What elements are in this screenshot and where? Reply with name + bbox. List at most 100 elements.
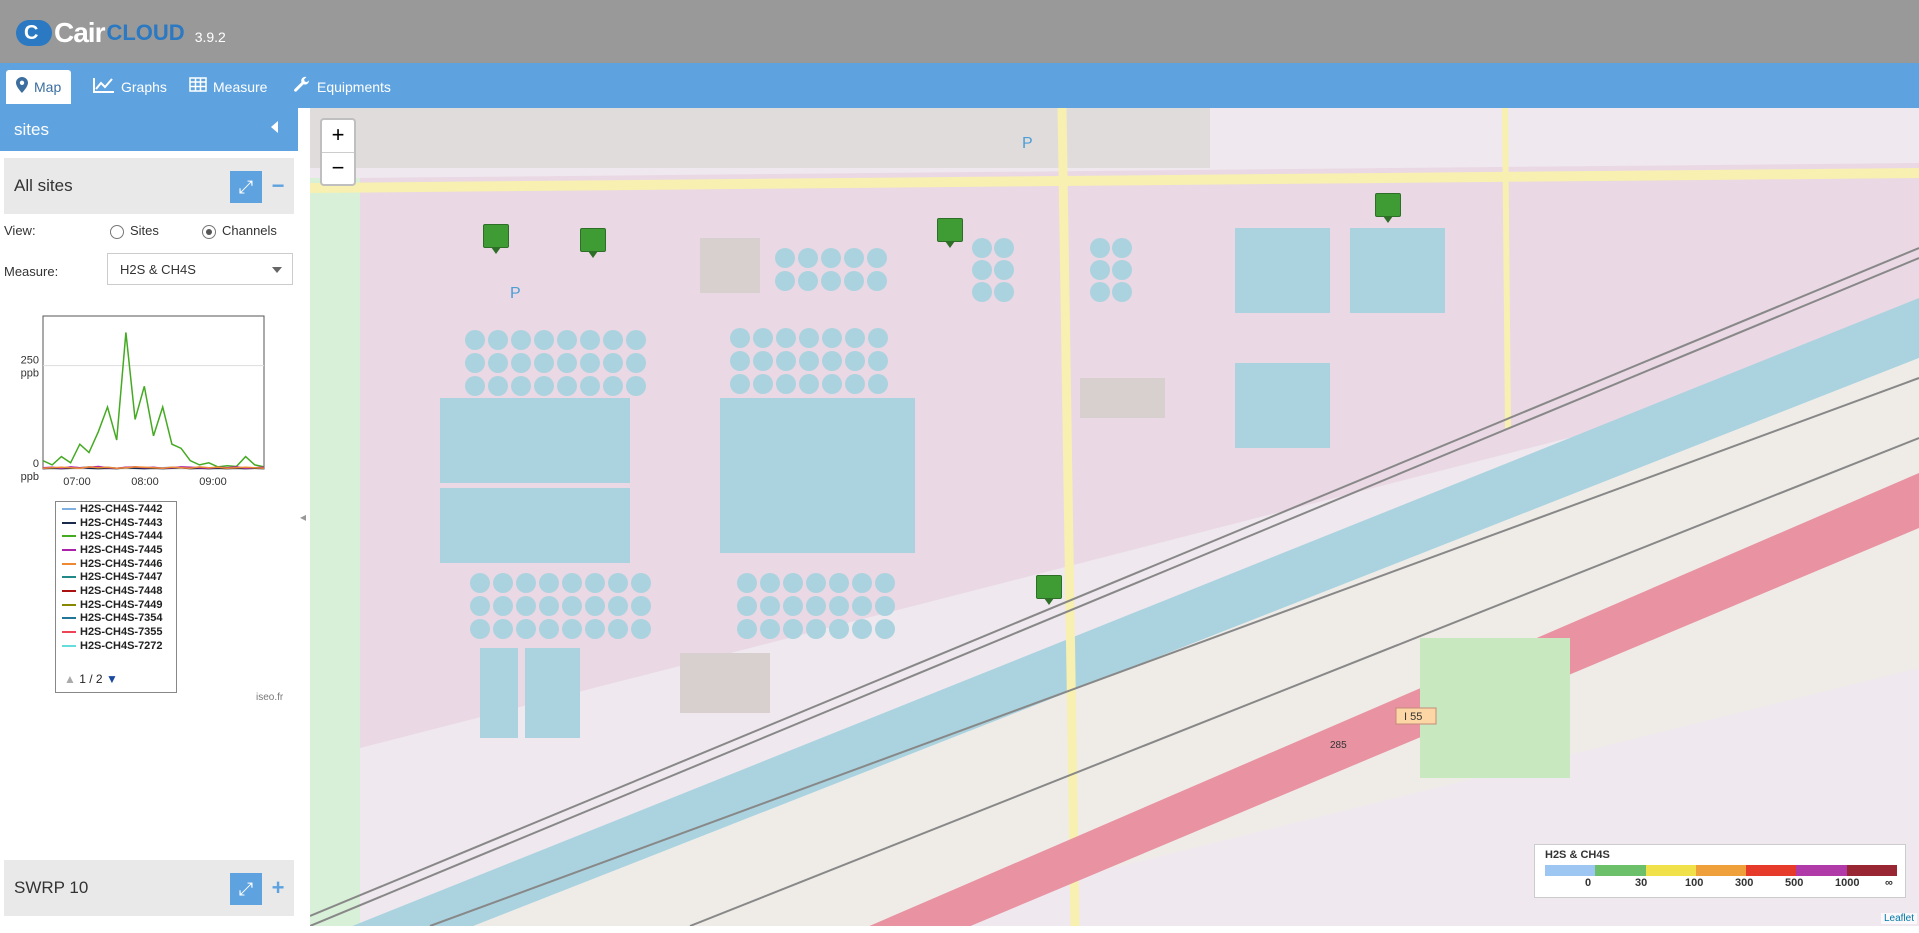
map-color-legend: H2S & CH4S 0 30 100 300 500 1000 ∞ <box>1534 844 1906 898</box>
legend-swatch <box>62 576 76 579</box>
site-marker[interactable] <box>937 218 963 248</box>
leaflet-attribution[interactable]: Leaflet <box>1880 913 1917 924</box>
tab-equipments-label: Equipments <box>317 79 391 95</box>
chart-yunit-label: ppb <box>21 471 39 483</box>
view-row: View: Sites Channels <box>4 223 277 239</box>
chart-xtick-label: 09:00 <box>199 476 227 488</box>
map-label-highway: I 55 <box>1404 711 1422 723</box>
legend-entry[interactable]: H2S-CH4S-7354 <box>56 612 176 626</box>
legend-entry[interactable]: H2S-CH4S-7272 <box>56 639 176 653</box>
legend-tick-label: 300 <box>1735 877 1754 889</box>
line-chart-icon <box>93 77 115 98</box>
legend-pager: ▲ 1 / 2 ▼ <box>64 672 118 686</box>
legend-next-icon[interactable]: ▼ <box>106 672 118 686</box>
tab-graphs[interactable]: Graphs <box>93 70 167 104</box>
legend-swatch <box>62 644 76 647</box>
table-icon <box>189 77 207 97</box>
sites-title: sites <box>14 120 49 139</box>
map-label-parking-1: P <box>1022 135 1033 152</box>
legend-entry[interactable]: H2S-CH4S-7444 <box>56 529 176 543</box>
legend-entry[interactable]: H2S-CH4S-7449 <box>56 598 176 612</box>
legend-swatch <box>62 521 76 524</box>
legend-label: H2S-CH4S-7355 <box>80 626 163 639</box>
legend-color-step <box>1746 865 1797 876</box>
legend-entry[interactable]: H2S-CH4S-7445 <box>56 543 176 557</box>
view-option-channels-label: Channels <box>222 223 277 238</box>
iseo-credit: iseo.fr <box>256 692 284 703</box>
sidebar: sites All sites ⤢ − View: Sites Channels… <box>0 108 298 933</box>
collapse-sidebar-icon[interactable] <box>271 121 278 133</box>
legend-swatch <box>62 603 76 606</box>
site-marker[interactable] <box>483 224 509 254</box>
collapse-group-button[interactable]: − <box>268 171 288 203</box>
legend-tick-label: 30 <box>1635 877 1648 889</box>
view-option-channels[interactable]: Channels <box>202 223 277 239</box>
legend-swatch <box>62 617 76 620</box>
view-label: View: <box>4 223 36 238</box>
chevron-down-icon <box>272 267 282 273</box>
legend-entry[interactable]: H2S-CH4S-7443 <box>56 516 176 530</box>
map-view[interactable]: P P I 55 285 + − H2S & CH4S 0 30 100 300 500… <box>310 108 1919 926</box>
legend-color-step <box>1846 865 1897 876</box>
tab-equipments[interactable]: Equipments <box>293 70 391 104</box>
zoom-in-button[interactable]: + <box>322 120 354 153</box>
legend-entry[interactable]: H2S-CH4S-7448 <box>56 584 176 598</box>
legend-label: H2S-CH4S-7447 <box>80 571 163 584</box>
expand-button-swrp10[interactable]: ⤢ <box>230 873 262 905</box>
legend-prev-icon[interactable]: ▲ <box>64 672 76 686</box>
tab-map[interactable]: Map <box>6 70 72 104</box>
chart-xtick-label: 07:00 <box>63 476 91 488</box>
radio-sites[interactable] <box>110 224 124 239</box>
view-option-sites[interactable]: Sites <box>110 223 159 239</box>
site-marker[interactable] <box>580 228 606 258</box>
expand-icon: ⤢ <box>238 177 254 197</box>
measure-select[interactable]: H2S & CH4S <box>107 253 293 285</box>
map-legend-color-bar <box>1545 865 1897 876</box>
expand-button[interactable]: ⤢ <box>230 171 262 203</box>
logo-text-cair: Cair <box>54 17 105 48</box>
legend-swatch <box>62 562 76 565</box>
measure-select-value: H2S & CH4S <box>120 262 196 277</box>
legend-entry[interactable]: H2S-CH4S-7442 <box>56 502 176 516</box>
site-marker[interactable] <box>1036 575 1062 605</box>
cloud-logo-icon: C <box>16 20 52 46</box>
legend-label: H2S-CH4S-7443 <box>80 516 163 529</box>
chart-svg: 250ppb0ppb 07:00 08:00 09:00 <box>21 315 265 488</box>
sidebar-resize-handle[interactable]: ◂ <box>300 510 306 524</box>
map-tiles[interactable]: P P I 55 285 <box>310 108 1919 926</box>
tab-measure[interactable]: Measure <box>189 70 267 104</box>
legend-color-step <box>1645 865 1696 876</box>
legend-color-step <box>1545 865 1596 876</box>
group-swrp10: SWRP 10 ⤢ + <box>4 860 294 916</box>
legend-label: H2S-CH4S-7442 <box>80 502 163 515</box>
chart-ytick-label: 250 <box>21 355 39 367</box>
sites-panel-header: sites <box>0 108 298 151</box>
legend-label: H2S-CH4S-7448 <box>80 584 163 597</box>
chart-yunit-label: ppb <box>21 368 39 380</box>
radio-channels[interactable] <box>202 224 216 239</box>
map-label-parking-2: P <box>510 285 521 302</box>
main-nav: Map Graphs Measure Equipments <box>0 63 1919 108</box>
expand-group-button[interactable]: + <box>268 873 288 905</box>
legend-swatch <box>62 631 76 634</box>
legend-tick-label: ∞ <box>1885 877 1893 889</box>
legend-swatch <box>62 507 76 510</box>
legend-color-step <box>1695 865 1747 876</box>
legend-swatch <box>62 548 76 551</box>
chart-legend: H2S-CH4S-7442 H2S-CH4S-7443 H2S-CH4S-7444 H… <box>55 501 177 693</box>
zoom-out-button[interactable]: − <box>322 153 354 185</box>
legend-entry[interactable]: H2S-CH4S-7447 <box>56 570 176 584</box>
map-legend-ticks: 0 30 100 300 500 1000 ∞ <box>1545 877 1905 889</box>
legend-label: H2S-CH4S-7449 <box>80 598 163 611</box>
legend-entry[interactable]: H2S-CH4S-7355 <box>56 625 176 639</box>
site-marker[interactable] <box>1375 193 1401 223</box>
legend-entry[interactable]: H2S-CH4S-7446 <box>56 557 176 571</box>
zoom-control: + − <box>320 118 356 186</box>
measure-label: Measure: <box>4 264 59 279</box>
legend-label: H2S-CH4S-7445 <box>80 543 163 556</box>
legend-label: H2S-CH4S-7446 <box>80 557 163 570</box>
expand-icon: ⤢ <box>238 879 254 899</box>
tab-graphs-label: Graphs <box>121 79 167 95</box>
map-label-route: 285 <box>1330 740 1347 751</box>
legend-tick-label: 1000 <box>1835 877 1860 889</box>
